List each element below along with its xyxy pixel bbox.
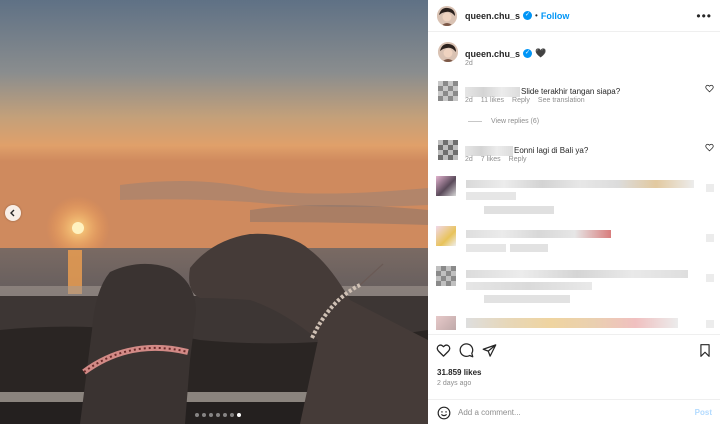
carousel-dot [209, 413, 213, 417]
author-username[interactable]: queen.chu_s [465, 11, 520, 21]
share-icon[interactable] [482, 343, 497, 358]
view-replies-label: View replies (6) [491, 118, 540, 125]
view-replies-line [468, 121, 482, 122]
comment-icon[interactable] [459, 343, 474, 358]
verified-badge-icon: ✓ [523, 49, 533, 58]
bookmark-icon[interactable] [698, 343, 712, 358]
like-comment-heart-icon[interactable] [705, 143, 714, 152]
comment-meta: 2d 11 likes Reply See translation [465, 97, 585, 104]
heart-icon[interactable] [436, 343, 451, 358]
caption-time: 2d [465, 60, 473, 67]
avatar-image [438, 42, 458, 62]
carousel-dot [230, 413, 234, 417]
carousel-dot [202, 413, 206, 417]
blurred-text [466, 318, 678, 328]
see-translation-button[interactable]: See translation [538, 97, 585, 104]
commenter-avatar[interactable] [438, 81, 458, 101]
carousel-dot [195, 413, 199, 417]
commenter-username-blurred[interactable] [465, 86, 520, 97]
comment-text: Slide terakhir tangan siapa? [521, 87, 621, 96]
chevron-left-icon [10, 209, 15, 217]
sunset-photo [0, 0, 428, 424]
blurred-avatar [436, 176, 456, 196]
post-caption: queen.chu_s ✓ 🖤 2d [438, 42, 547, 67]
post-comment-button[interactable]: Post [695, 408, 712, 417]
comment-item: Eonni lagi di Bali ya? 2d 7 likes Reply [438, 140, 714, 163]
caption-username[interactable]: queen.chu_s [465, 49, 520, 59]
comment-text: Eonni lagi di Bali ya? [514, 146, 589, 155]
caption-avatar[interactable] [438, 42, 458, 62]
view-replies-button[interactable]: View replies (6) [468, 118, 539, 125]
blurred-text [466, 192, 516, 200]
blurred-text [466, 180, 694, 188]
blurred-heart [706, 274, 714, 282]
blurred-text [484, 295, 570, 303]
blurred-text [466, 282, 592, 290]
comment-input[interactable] [458, 408, 678, 417]
commenter-avatar[interactable] [438, 140, 458, 160]
carousel-dot [223, 413, 227, 417]
likes-count[interactable]: 31.859 likes [437, 368, 481, 377]
comment-item: Slide terakhir tangan siapa? 2d 11 likes… [438, 81, 714, 104]
comment-time: 2d [465, 97, 473, 104]
comment-meta: 2d 7 likes Reply [465, 156, 527, 163]
blurred-text [510, 244, 548, 252]
action-icons [436, 343, 497, 358]
carousel-indicator [195, 413, 241, 417]
blurred-heart [706, 184, 714, 192]
blurred-text [466, 230, 611, 238]
post-side-panel: queen.chu_s ✓ • Follow ••• queen.chu_s ✓… [428, 0, 720, 424]
add-comment-bar: Post [428, 399, 720, 424]
blurred-avatar [436, 266, 456, 286]
blurred-text [466, 244, 506, 252]
post-actions: 31.859 likes 2 days ago Post [428, 334, 720, 424]
reply-button[interactable]: Reply [512, 97, 530, 104]
separator-dot: • [535, 11, 538, 20]
blurred-text [484, 206, 554, 214]
more-icon[interactable]: ••• [696, 9, 712, 23]
emoji-icon[interactable] [437, 406, 451, 420]
carousel-dot-active [237, 413, 241, 417]
blurred-heart [706, 320, 714, 328]
author-avatar[interactable] [437, 5, 457, 26]
post-header: queen.chu_s ✓ • Follow ••• [428, 0, 720, 32]
like-comment-heart-icon[interactable] [705, 84, 714, 93]
blurred-avatar [436, 316, 456, 330]
follow-button[interactable]: Follow [541, 11, 570, 21]
post-date: 2 days ago [437, 380, 472, 387]
caption-text: 🖤 [535, 48, 547, 58]
comment-time: 2d [465, 156, 473, 163]
carousel-dot [216, 413, 220, 417]
blurred-avatar [436, 226, 456, 246]
avatar-image [437, 5, 457, 26]
reply-button[interactable]: Reply [509, 156, 527, 163]
post-photo [0, 0, 428, 424]
comment-likes[interactable]: 11 likes [481, 97, 504, 104]
commenter-username-blurred[interactable] [465, 145, 513, 156]
blurred-text [466, 270, 688, 278]
blurred-heart [706, 234, 714, 242]
verified-badge-icon: ✓ [523, 11, 533, 20]
carousel-prev-button[interactable] [5, 205, 21, 221]
comment-likes[interactable]: 7 likes [481, 156, 501, 163]
